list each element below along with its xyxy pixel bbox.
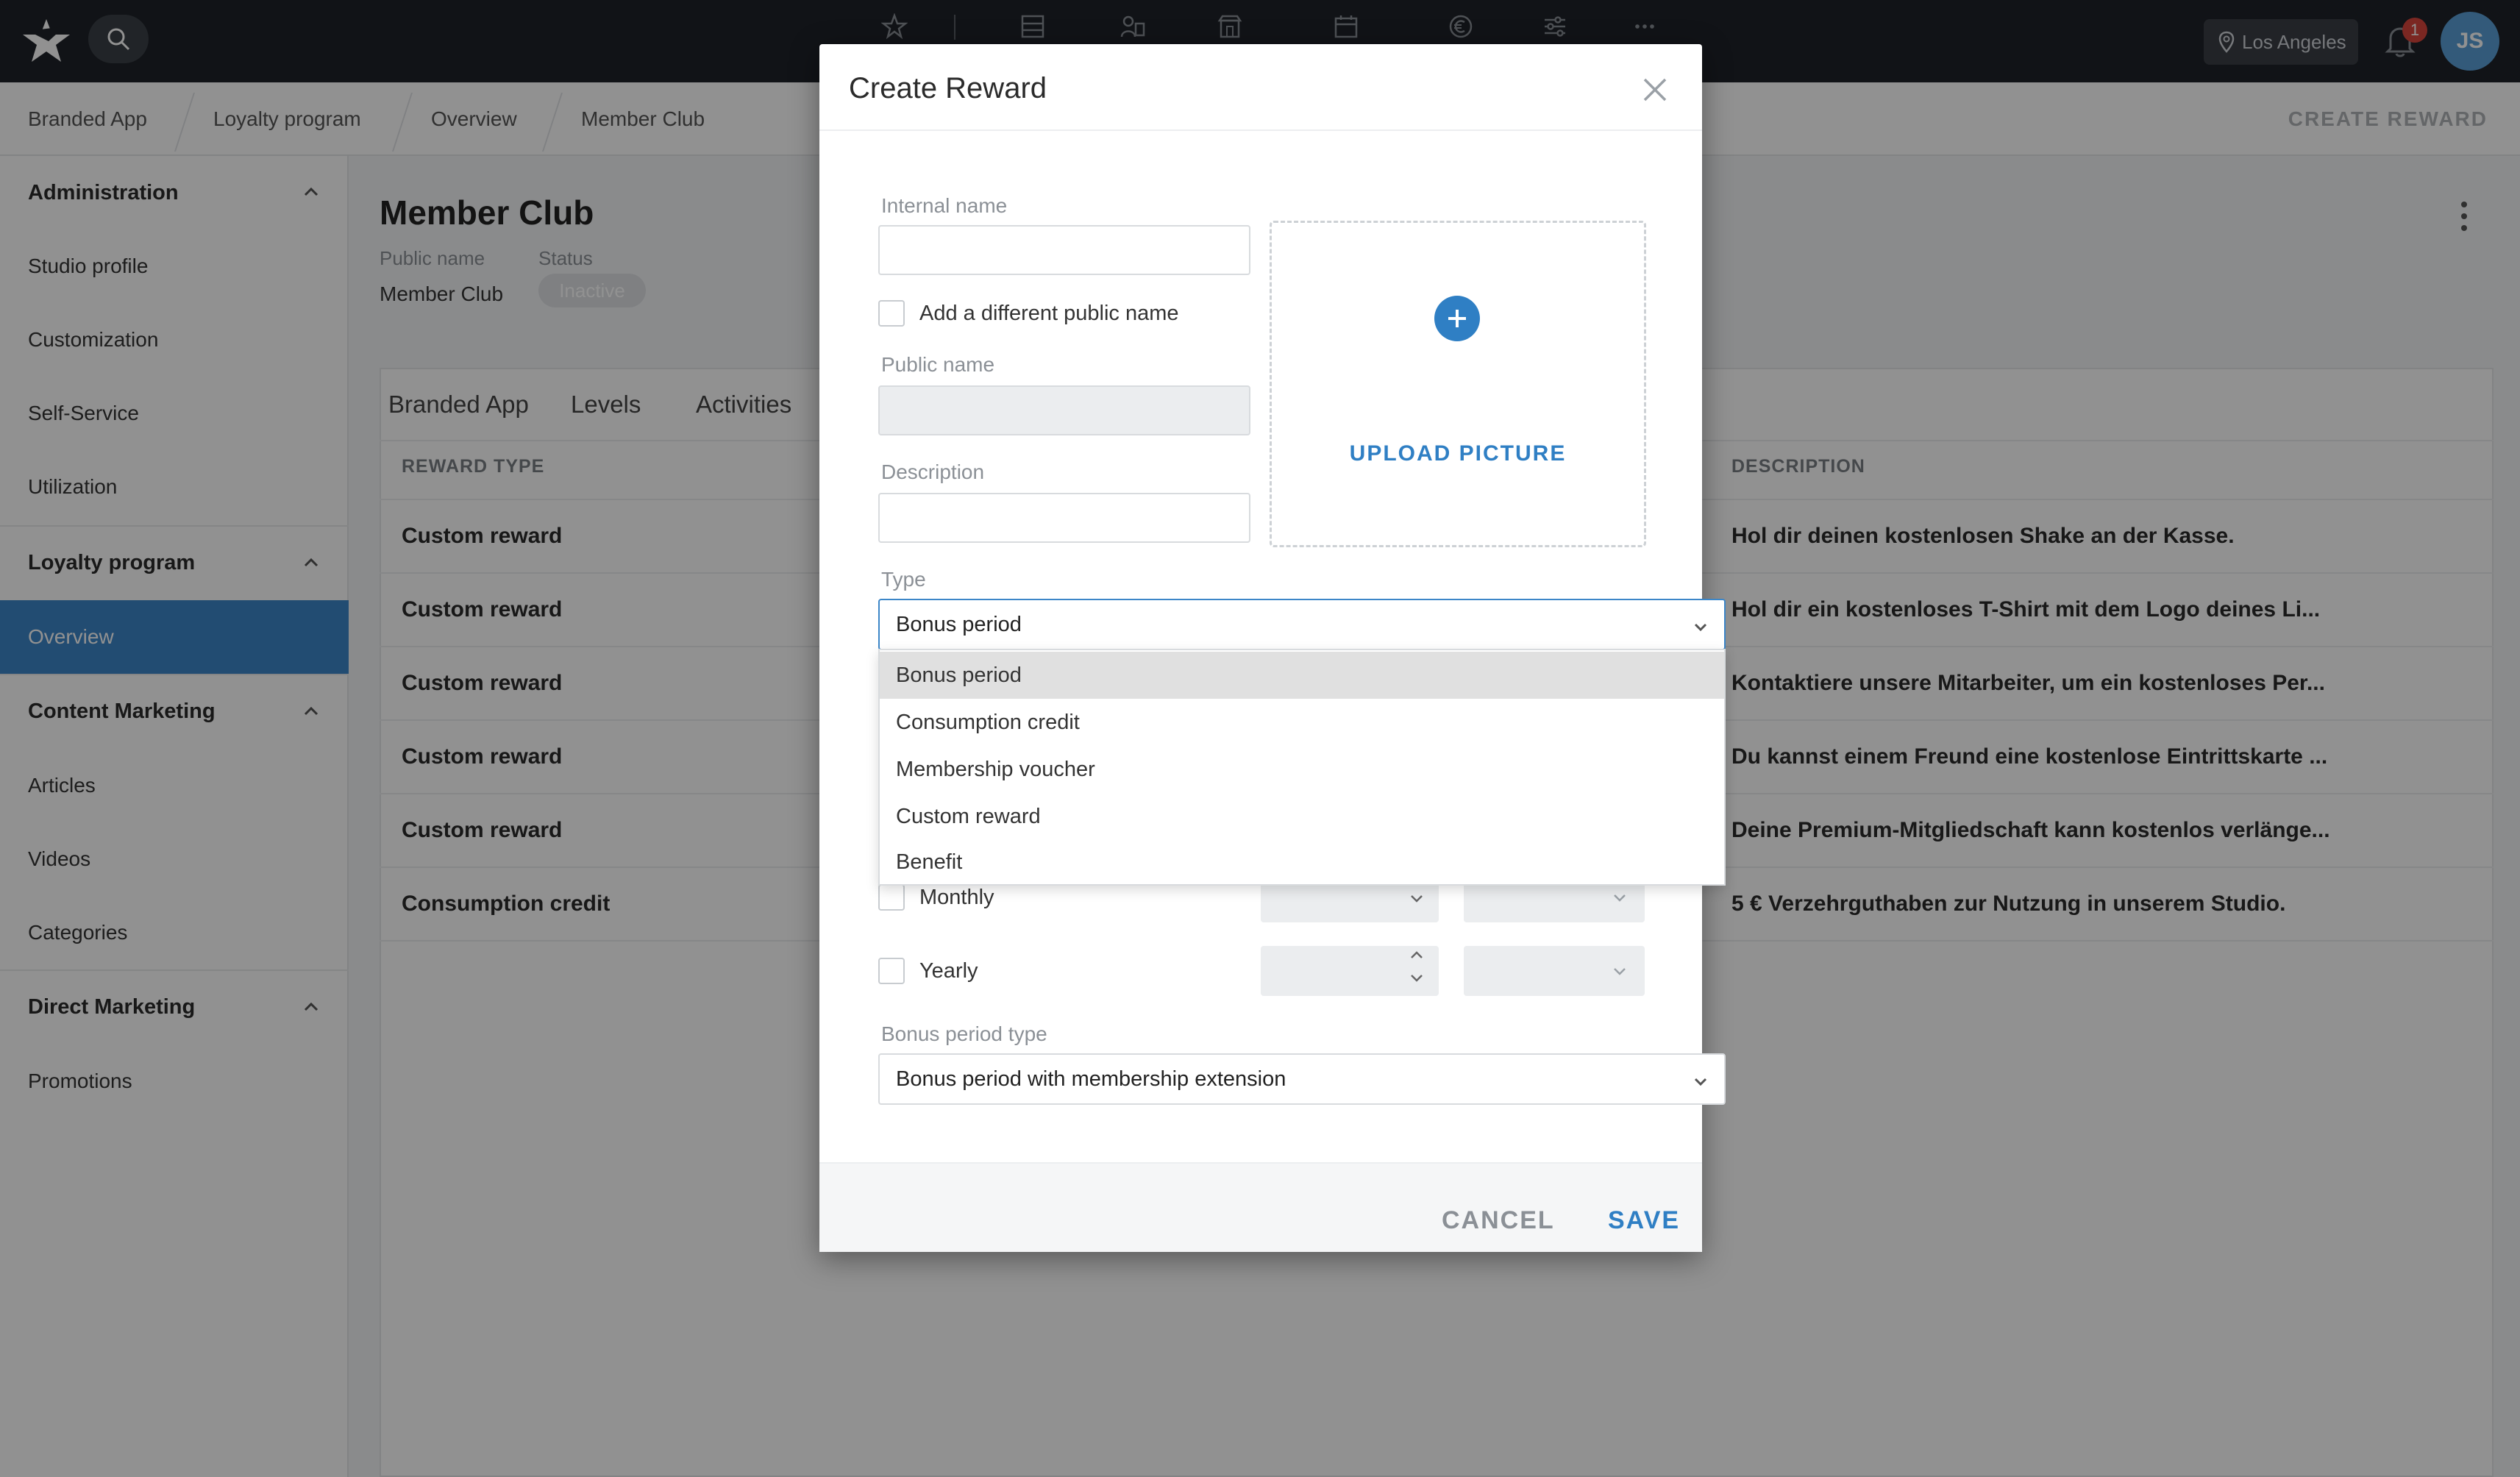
internal-name-input[interactable] — [878, 225, 1250, 275]
type-dropdown-menu: Bonus period Consumption credit Membersh… — [878, 649, 1726, 886]
different-public-name-checkbox[interactable] — [878, 300, 905, 327]
type-option-membership-voucher[interactable]: Membership voucher — [880, 746, 1724, 793]
chevron-down-icon — [1614, 968, 1626, 975]
description-label: Description — [881, 460, 985, 483]
chevron-up-icon[interactable] — [1408, 946, 1425, 964]
type-select-value: Bonus period — [896, 612, 1022, 636]
bonus-period-type-select[interactable]: Bonus period with membership extension — [878, 1053, 1726, 1105]
type-select[interactable]: Bonus period — [878, 599, 1726, 650]
chevron-down-icon[interactable] — [1408, 890, 1425, 908]
chevron-down-icon — [1694, 1078, 1707, 1086]
create-reward-dialog: Create Reward Internal name Add a differ… — [819, 44, 1726, 1252]
dialog-footer — [819, 1162, 1702, 1252]
bonus-period-type-value: Bonus period with membership extension — [896, 1067, 1286, 1091]
internal-name-label: Internal name — [881, 194, 1008, 217]
different-public-name-label: Add a different public name — [919, 302, 1179, 325]
upload-picture-dropzone[interactable] — [1270, 221, 1646, 547]
yearly-checkbox[interactable] — [878, 958, 905, 984]
add-picture-button[interactable] — [1434, 296, 1480, 341]
public-name-field-label: Public name — [881, 353, 995, 376]
save-button[interactable]: SAVE — [1608, 1206, 1680, 1235]
type-label: Type — [881, 568, 926, 591]
upload-picture-label[interactable]: UPLOAD PICTURE — [1270, 441, 1646, 466]
chevron-down-icon[interactable] — [1408, 969, 1425, 987]
close-icon[interactable] — [1640, 75, 1670, 104]
yearly-label: Yearly — [919, 959, 978, 983]
type-option-bonus-period[interactable]: Bonus period — [880, 652, 1724, 699]
chevron-down-icon — [1614, 894, 1626, 902]
dialog-title: Create Reward — [849, 72, 1047, 104]
public-name-input — [878, 385, 1250, 435]
bonus-period-type-label: Bonus period type — [881, 1022, 1047, 1045]
dialog-header: Create Reward — [819, 44, 1702, 131]
type-option-benefit[interactable]: Benefit — [880, 839, 1724, 886]
plus-icon — [1448, 310, 1466, 327]
type-option-consumption-credit[interactable]: Consumption credit — [880, 699, 1724, 746]
description-input[interactable] — [878, 493, 1250, 543]
chevron-down-icon — [1694, 623, 1707, 632]
monthly-checkbox[interactable] — [878, 884, 905, 911]
type-option-custom-reward[interactable]: Custom reward — [880, 793, 1724, 840]
monthly-label: Monthly — [919, 886, 994, 909]
cancel-button[interactable]: CANCEL — [1442, 1206, 1555, 1235]
